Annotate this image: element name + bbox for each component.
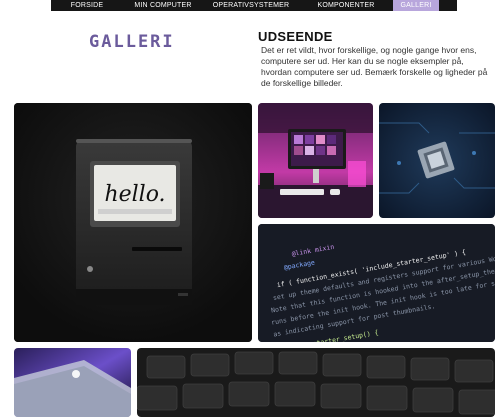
nav-item-min-computer[interactable]: MIN COMPUTER [123,0,203,11]
gallery-image-pink-desk[interactable] [258,103,373,218]
apple-logo-icon [87,266,93,272]
code-illustration: @link mixin @package if ( function_exist… [258,224,495,342]
nav-item-galleri[interactable]: GALLERI [393,0,439,11]
pink-desk-illustration [258,103,373,218]
gallery-image-laptop[interactable] [14,348,131,417]
gallery-image-keyboard[interactable] [137,348,495,417]
cpu-illustration [379,103,495,218]
nav-item-forside[interactable]: FORSIDE [51,0,123,11]
page-title: GALLERI [89,32,175,52]
mac-screen-text: hello. [104,182,165,207]
intro-paragraph: Det er ret vildt, hvor forskellige, og n… [261,45,488,88]
keyboard-illustration [137,348,495,417]
laptop-illustration [14,348,131,417]
apple-logo-icon [72,370,80,378]
top-navigation: FORSIDE MIN COMPUTER OPERATIVSYSTEMER KO… [51,0,457,11]
gallery-image-retro-mac[interactable]: hello. [14,103,252,342]
gallery-image-cpu[interactable] [379,103,495,218]
section-heading: UDSEENDE [258,29,333,44]
nav-item-operativsystemer[interactable]: OPERATIVSYSTEMER [203,0,299,11]
gallery-image-code[interactable]: @link mixin @package if ( function_exist… [258,224,495,342]
retro-mac-illustration: hello. [14,103,252,342]
nav-item-komponenter[interactable]: KOMPONENTER [299,0,393,11]
